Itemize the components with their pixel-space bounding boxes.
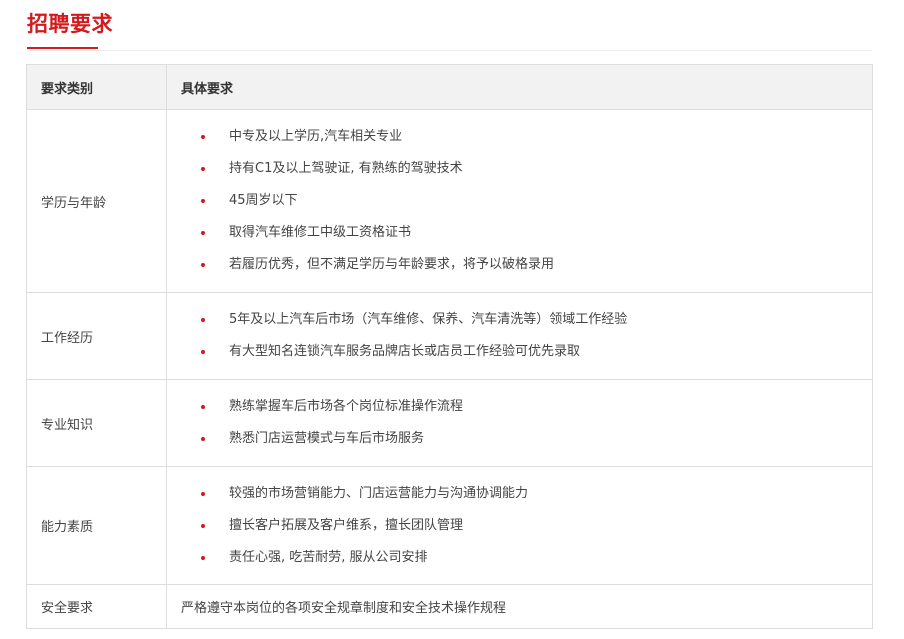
list-item-text: 45周岁以下 [229, 193, 298, 208]
row-detail: 熟练掌握车后市场各个岗位标准操作流程 熟悉门店运营模式与车后市场服务 [166, 379, 873, 467]
list-item: 45周岁以下 [181, 185, 872, 217]
requirement-list: 5年及以上汽车后市场（汽车维修、保养、汽车清洗等）领域工作经验 有大型知名连锁汽… [181, 304, 872, 368]
bullet-icon [201, 350, 205, 354]
requirement-list: 中专及以上学历,汽车相关专业 持有C1及以上驾驶证, 有熟练的驾驶技术 45周岁… [181, 121, 872, 281]
list-item: 责任心强, 吃苦耐劳, 服从公司安排 [181, 542, 872, 574]
list-item: 熟练掌握车后市场各个岗位标准操作流程 [181, 391, 872, 423]
list-item: 中专及以上学历,汽车相关专业 [181, 121, 872, 153]
table-row: 专业知识 熟练掌握车后市场各个岗位标准操作流程 熟悉门店运营模式与车后市场服务 [26, 379, 873, 467]
list-item-text: 中专及以上学历,汽车相关专业 [229, 129, 403, 144]
list-item-text: 擅长客户拓展及客户维系，擅长团队管理 [229, 517, 464, 533]
section-header: 招聘要求 [27, 0, 872, 51]
bullet-icon [201, 135, 205, 139]
list-item: 熟悉门店运营模式与车后市场服务 [181, 423, 872, 455]
list-item: 较强的市场营销能力、门店运营能力与沟通协调能力 [181, 478, 872, 510]
row-detail: 中专及以上学历,汽车相关专业 持有C1及以上驾驶证, 有熟练的驾驶技术 45周岁… [166, 109, 873, 293]
table-row: 学历与年龄 中专及以上学历,汽车相关专业 持有C1及以上驾驶证, 有熟练的驾驶技… [26, 109, 873, 293]
bullet-icon [201, 405, 205, 409]
list-item: 持有C1及以上驾驶证, 有熟练的驾驶技术 [181, 153, 872, 185]
requirement-list: 熟练掌握车后市场各个岗位标准操作流程 熟悉门店运营模式与车后市场服务 [181, 391, 872, 455]
row-category: 学历与年龄 [26, 109, 167, 293]
list-item-text: 持有C1及以上驾驶证, 有熟练的驾驶技术 [229, 161, 463, 176]
list-item: 有大型知名连锁汽车服务品牌店长或店员工作经验可优先录取 [181, 336, 872, 368]
bullet-icon [201, 555, 205, 560]
requirements-table: 要求类别 具体要求 学历与年龄 中专及以上学历,汽车相关专业 持有C1及以上驾驶… [26, 64, 873, 629]
title-underline [27, 47, 98, 49]
bullet-icon [201, 491, 205, 496]
list-item: 擅长客户拓展及客户维系，擅长团队管理 [181, 510, 872, 542]
row-category: 能力素质 [26, 466, 167, 585]
row-detail: 5年及以上汽车后市场（汽车维修、保养、汽车清洗等）领域工作经验 有大型知名连锁汽… [166, 292, 873, 380]
table-row: 安全要求 严格遵守本岗位的各项安全规章制度和安全技术操作规程 [26, 584, 873, 629]
table-header-row: 要求类别 具体要求 [26, 64, 873, 110]
list-item: 5年及以上汽车后市场（汽车维修、保养、汽车清洗等）领域工作经验 [181, 304, 872, 336]
list-item-text: 较强的市场营销能力、门店运营能力与沟通协调能力 [229, 485, 529, 501]
bullet-icon [201, 437, 205, 441]
list-item-text: 熟练掌握车后市场各个岗位标准操作流程 [229, 399, 464, 414]
bullet-icon [201, 318, 205, 322]
bullet-icon [201, 199, 205, 203]
row-category: 工作经历 [26, 292, 167, 380]
list-item: 若履历优秀，但不满足学历与年龄要求，将予以破格录用 [181, 249, 872, 281]
row-detail: 较强的市场营销能力、门店运营能力与沟通协调能力 擅长客户拓展及客户维系，擅长团队… [166, 466, 873, 585]
row-detail-text: 严格遵守本岗位的各项安全规章制度和安全技术操作规程 [166, 584, 873, 629]
bullet-icon [201, 167, 205, 171]
bullet-icon [201, 231, 205, 235]
requirement-list: 较强的市场营销能力、门店运营能力与沟通协调能力 擅长客户拓展及客户维系，擅长团队… [181, 478, 872, 574]
list-item-text: 有大型知名连锁汽车服务品牌店长或店员工作经验可优先录取 [229, 344, 581, 359]
list-item: 取得汽车维修工中级工资格证书 [181, 217, 872, 249]
column-header-category: 要求类别 [26, 64, 167, 110]
bullet-icon [201, 263, 205, 267]
section-title: 招聘要求 [27, 12, 113, 36]
list-item-text: 若履历优秀，但不满足学历与年龄要求，将予以破格录用 [229, 257, 555, 272]
list-item-text: 取得汽车维修工中级工资格证书 [229, 225, 412, 240]
bullet-icon [201, 523, 205, 528]
list-item-text: 责任心强, 吃苦耐劳, 服从公司安排 [229, 549, 428, 565]
row-category: 安全要求 [26, 584, 167, 629]
column-header-detail: 具体要求 [166, 64, 873, 110]
table-row: 工作经历 5年及以上汽车后市场（汽车维修、保养、汽车清洗等）领域工作经验 有大型… [26, 292, 873, 380]
list-item-text: 5年及以上汽车后市场（汽车维修、保养、汽车清洗等）领域工作经验 [229, 312, 628, 327]
row-category: 专业知识 [26, 379, 167, 467]
table-row: 能力素质 较强的市场营销能力、门店运营能力与沟通协调能力 擅长客户拓展及客户维系… [26, 466, 873, 585]
list-item-text: 熟悉门店运营模式与车后市场服务 [229, 431, 425, 446]
